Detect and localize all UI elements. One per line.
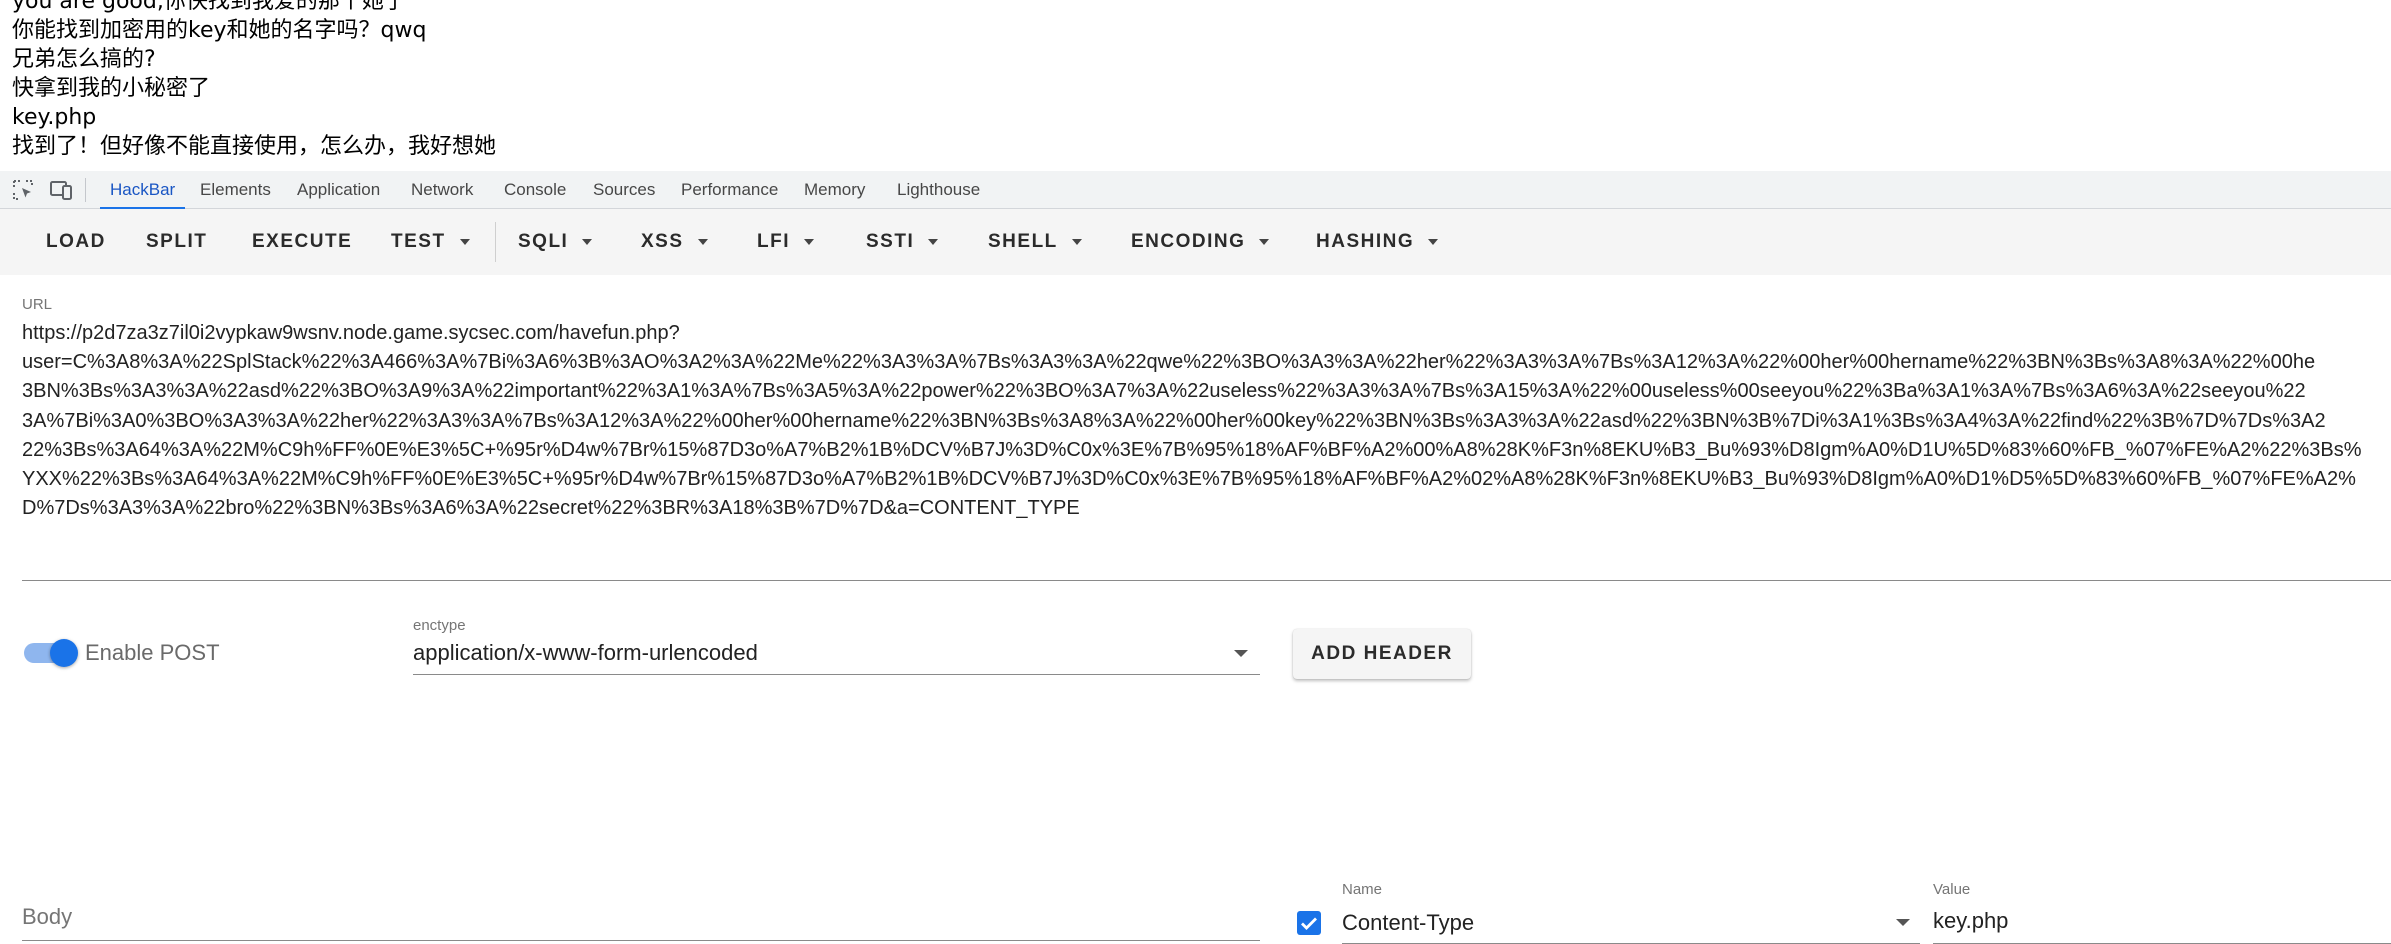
url-line: 3BN%3Bs%3A3%3A%22asd%22%3BO%3A9%3A%22imp… <box>22 380 2306 403</box>
page-output: you are good,你快找到我爱的那个她了 你能找到加密用的key和她的名… <box>12 0 2382 161</box>
test-menu-button[interactable]: TEST <box>391 209 470 275</box>
chevron-down-icon <box>928 238 939 245</box>
toggle-thumb <box>50 639 78 667</box>
lfi-menu-label: LFI <box>757 231 790 252</box>
chevron-down-icon <box>1896 919 1910 926</box>
lfi-menu-button[interactable]: LFI <box>757 209 814 275</box>
shell-menu-button[interactable]: SHELL <box>988 209 1082 275</box>
tab-performance[interactable]: Performance <box>681 171 778 209</box>
header-enabled-checkbox[interactable] <box>1297 911 1321 935</box>
output-line: you are good,你快找到我爱的那个她了 <box>12 0 406 14</box>
url-textarea[interactable]: https://p2d7za3z7il0i2vypkaw9wsnv.node.g… <box>22 317 2391 581</box>
split-button-label: SPLIT <box>146 231 208 252</box>
header-name-select[interactable]: Content-Type <box>1342 904 1920 944</box>
url-text: https://p2d7za3z7il0i2vypkaw9wsnv.node.g… <box>22 317 2391 523</box>
url-line: 3A%7Bi%3A0%3BO%3A3%3A%22her%22%3A3%3A%7B… <box>22 409 2326 432</box>
header-value-input[interactable]: key.php <box>1933 904 2391 944</box>
test-menu-label: TEST <box>391 231 446 252</box>
chevron-down-icon <box>582 238 593 245</box>
ssti-menu-button[interactable]: SSTI <box>866 209 939 275</box>
url-line: 22%3Bs%3A64%3A%22M%C9h%FF%0E%E3%5C+%95r%… <box>22 438 2362 461</box>
chevron-down-icon <box>1428 238 1439 245</box>
sqli-menu-label: SQLI <box>518 231 569 252</box>
encoding-menu-button[interactable]: ENCODING <box>1131 209 1270 275</box>
checkmark-icon <box>1301 917 1317 930</box>
enable-post-label: Enable POST <box>85 640 220 665</box>
url-line: YXX%22%3Bs%3A64%3A%22M%C9h%FF%0E%E3%5C+%… <box>22 468 2356 491</box>
xss-menu-label: XSS <box>641 231 684 252</box>
tab-sources[interactable]: Sources <box>593 171 655 209</box>
enable-post-toggle[interactable] <box>24 639 78 667</box>
shell-menu-label: SHELL <box>988 231 1058 252</box>
output-line: key.php <box>12 105 97 130</box>
url-line: D%7Ds%3A3%3A%22bro%22%3BN%3Bs%3A6%3A%22s… <box>22 497 1080 520</box>
tab-console[interactable]: Console <box>504 171 566 209</box>
device-toolbar-icon[interactable] <box>48 177 74 203</box>
split-button[interactable]: SPLIT <box>146 209 207 275</box>
hashing-menu-label: HASHING <box>1316 231 1415 252</box>
tab-separator <box>85 178 86 202</box>
header-name-label: Name <box>1342 881 1383 898</box>
enctype-value: application/x-www-form-urlencoded <box>413 640 758 665</box>
hackbar-toolbar: LOAD SPLIT EXECUTE TEST SQLI XSS LFI SST… <box>0 209 2391 275</box>
chevron-down-icon <box>804 238 814 245</box>
encoding-menu-label: ENCODING <box>1131 231 1246 252</box>
devtools-tab-strip: HackBar Elements Application Network Con… <box>0 171 2391 210</box>
load-button[interactable]: LOAD <box>46 209 106 275</box>
sqli-menu-button[interactable]: SQLI <box>518 209 593 275</box>
chevron-down-icon <box>1234 650 1248 657</box>
chevron-down-icon <box>1071 238 1082 245</box>
inspect-element-icon[interactable] <box>10 177 36 203</box>
tab-memory[interactable]: Memory <box>804 171 865 209</box>
toolbar-divider <box>495 222 496 262</box>
output-line: 找到了！但好像不能直接使用，怎么办，我好想她 <box>12 134 497 159</box>
enctype-label: enctype <box>413 617 466 634</box>
url-line: user=C%3A8%3A%22SplStack%22%3A466%3A%7Bi… <box>22 351 2316 374</box>
tab-application[interactable]: Application <box>297 171 380 209</box>
chevron-down-icon <box>1259 238 1270 245</box>
xss-menu-button[interactable]: XSS <box>641 209 708 275</box>
output-line: 快拿到我的小秘密了 <box>12 76 211 101</box>
add-header-button[interactable]: ADD HEADER <box>1293 629 1471 679</box>
ssti-menu-label: SSTI <box>866 231 915 252</box>
output-line: 兄弟怎么搞的? <box>12 47 156 72</box>
enctype-select[interactable]: application/x-www-form-urlencoded <box>413 637 1260 675</box>
hashing-menu-button[interactable]: HASHING <box>1316 209 1439 275</box>
tab-network[interactable]: Network <box>411 171 473 209</box>
output-line: 你能找到加密用的key和她的名字吗？qwq <box>12 18 427 43</box>
chevron-down-icon <box>459 238 470 245</box>
chevron-down-icon <box>697 238 708 245</box>
tab-lighthouse[interactable]: Lighthouse <box>897 171 980 209</box>
tab-hackbar[interactable]: HackBar <box>99 171 186 210</box>
url-label: URL <box>22 296 53 313</box>
body-input[interactable]: Body <box>22 893 1260 941</box>
url-line: https://p2d7za3z7il0i2vypkaw9wsnv.node.g… <box>22 322 680 344</box>
execute-button[interactable]: EXECUTE <box>252 209 352 275</box>
execute-button-label: EXECUTE <box>252 231 353 252</box>
load-button-label: LOAD <box>46 231 106 252</box>
header-value-label: Value <box>1933 881 1971 898</box>
tab-elements[interactable]: Elements <box>200 171 271 209</box>
header-name-value: Content-Type <box>1342 910 1475 935</box>
devtools-panel: HackBar Elements Application Network Con… <box>0 171 2391 944</box>
